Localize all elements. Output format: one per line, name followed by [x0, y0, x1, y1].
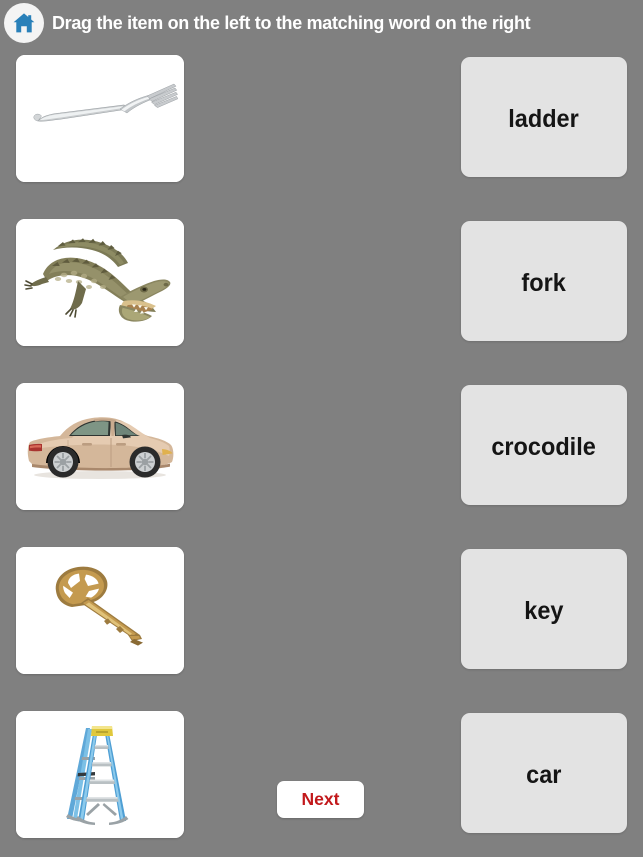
word-label: ladder	[508, 104, 580, 133]
picture-card-car[interactable]	[16, 383, 184, 510]
word-card-ladder[interactable]: ladder	[461, 57, 627, 177]
header-bar: Drag the item on the left to the matchin…	[0, 0, 643, 46]
word-label: fork	[521, 268, 567, 297]
word-card-car[interactable]: car	[461, 713, 627, 833]
home-button[interactable]	[4, 3, 44, 43]
word-label: key	[524, 596, 564, 625]
picture-card-crocodile[interactable]	[16, 219, 184, 346]
picture-column	[16, 55, 184, 838]
word-label: crocodile	[491, 432, 597, 461]
picture-card-key[interactable]	[16, 547, 184, 674]
home-icon	[11, 10, 37, 36]
next-button-label: Next	[301, 789, 340, 809]
word-card-fork[interactable]: fork	[461, 221, 627, 341]
word-card-key[interactable]: key	[461, 549, 627, 669]
word-label: car	[526, 760, 562, 789]
picture-card-ladder[interactable]	[16, 711, 184, 838]
picture-card-fork[interactable]	[16, 55, 184, 182]
word-card-crocodile[interactable]: crocodile	[461, 385, 627, 505]
page-title: Drag the item on the left to the matchin…	[52, 12, 531, 33]
word-column: ladder fork crocodile key car	[461, 57, 627, 833]
next-button[interactable]: Next	[277, 781, 364, 818]
